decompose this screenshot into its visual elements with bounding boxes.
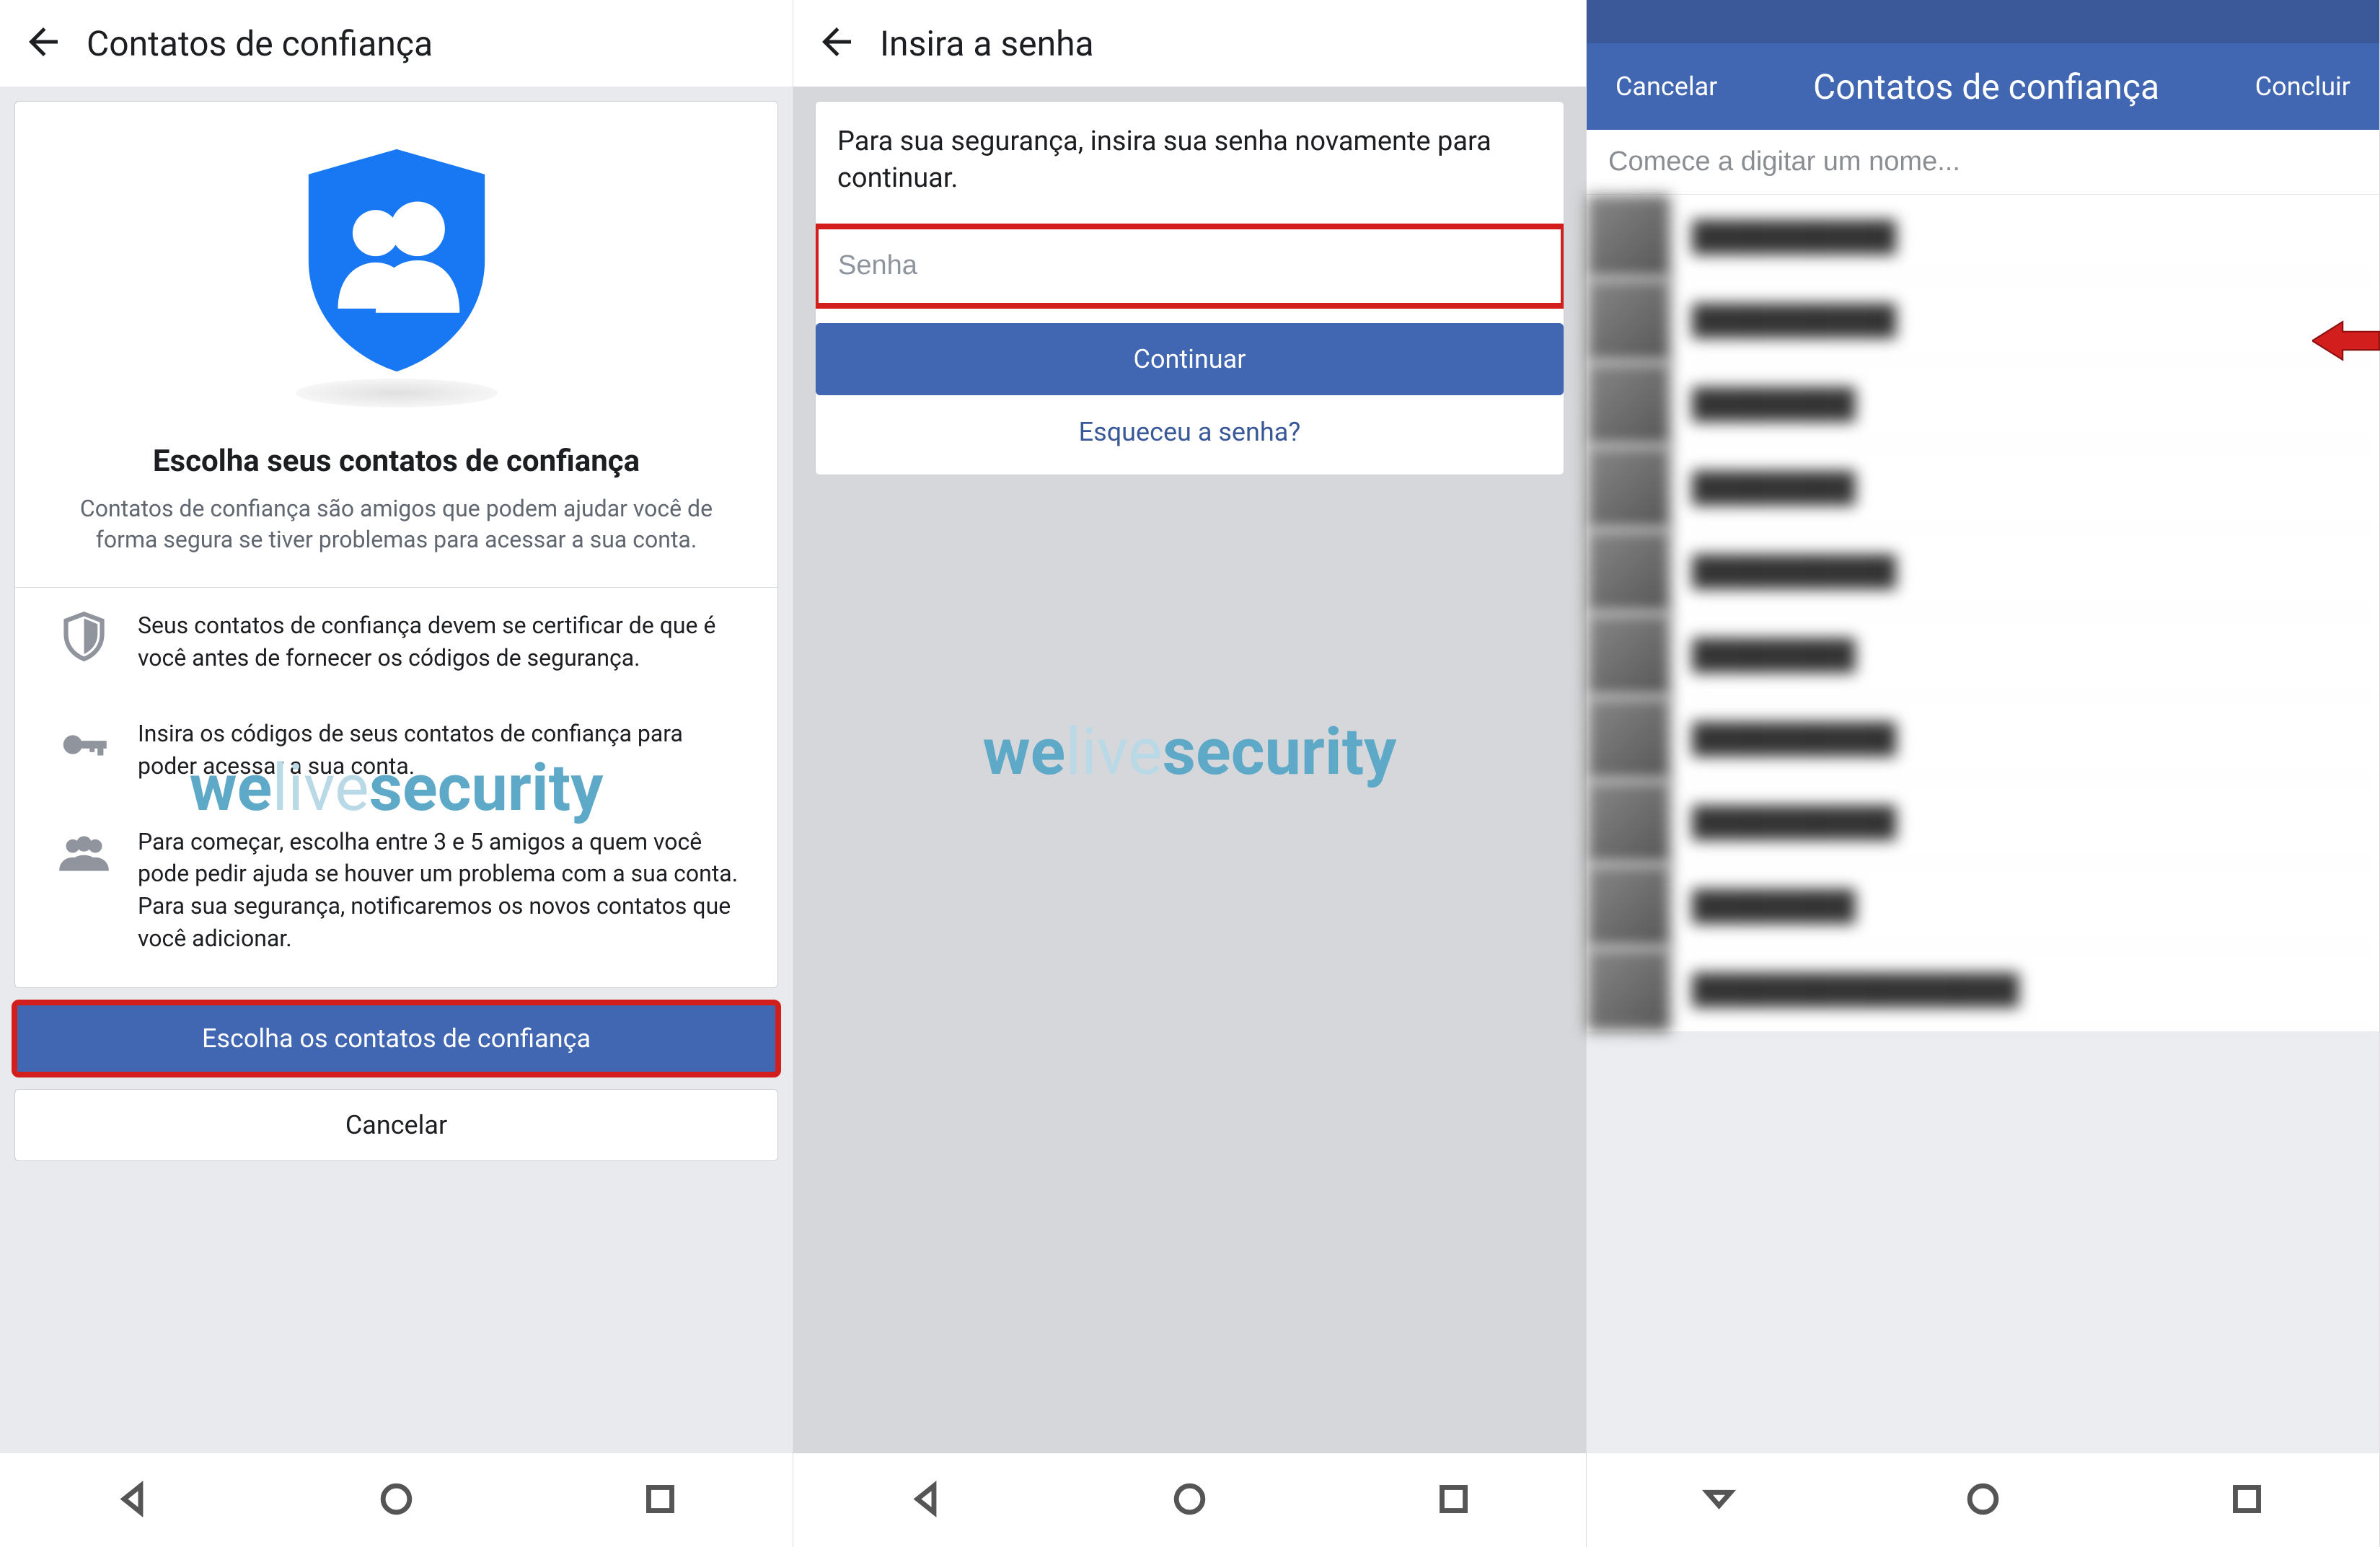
card-heading: Escolha seus contatos de confiança	[15, 415, 777, 493]
info-row-codes: Insira os códigos de seus contatos de co…	[15, 696, 777, 804]
appbar: Contatos de confiança	[0, 0, 793, 87]
contact-row[interactable]: ██████████	[1587, 278, 2379, 362]
contact-row[interactable]: ██████████	[1587, 697, 2379, 780]
avatar	[1587, 362, 1670, 446]
contact-row[interactable]: ████████	[1587, 446, 2379, 529]
nav-keyboard-down-icon[interactable]	[1699, 1479, 1739, 1522]
contact-name: ██████████	[1692, 721, 1896, 755]
shield-outline-icon	[51, 609, 116, 664]
contact-row[interactable]: ████████	[1587, 864, 2379, 948]
key-icon	[51, 718, 116, 772]
cancel-button[interactable]: Cancelar	[14, 1089, 778, 1161]
info-text-1: Seus contatos de confiança devem se cert…	[138, 609, 741, 674]
contact-row[interactable]: ████████████████	[1587, 948, 2379, 1031]
intro-card: Escolha seus contatos de confiança Conta…	[14, 101, 778, 988]
contact-row[interactable]: ████████	[1587, 362, 2379, 446]
info-row-verify: Seus contatos de confiança devem se cert…	[15, 588, 777, 696]
password-instruction: Para sua segurança, insira sua senha nov…	[816, 102, 1564, 226]
shield-icon	[288, 145, 505, 376]
appbar: Cancelar Contatos de confiança Concluir	[1587, 43, 2379, 130]
contact-name: ██████████	[1692, 303, 1896, 337]
shield-illustration	[15, 102, 777, 415]
info-text-2: Insira os códigos de seus contatos de co…	[138, 718, 741, 783]
nav-recent-icon[interactable]	[640, 1479, 680, 1522]
nav-home-icon[interactable]	[1963, 1479, 2003, 1522]
android-navbar	[0, 1453, 793, 1547]
nav-recent-icon[interactable]	[2227, 1479, 2267, 1522]
avatar	[1587, 195, 1670, 278]
friends-icon	[51, 826, 116, 880]
card-subtitle: Contatos de confiança são amigos que pod…	[15, 493, 777, 587]
done-link[interactable]: Concluir	[2255, 71, 2350, 102]
avatar	[1587, 948, 1670, 1031]
screen-contact-picker: Cancelar Contatos de confiança Concluir …	[1587, 0, 2380, 1547]
avatar	[1587, 864, 1670, 948]
avatar	[1587, 613, 1670, 697]
screen-enter-password: Insira a senha welivesecurity Para sua s…	[793, 0, 1587, 1547]
avatar	[1587, 529, 1670, 613]
cancel-link[interactable]: Cancelar	[1616, 71, 1717, 102]
password-card: Para sua segurança, insira sua senha nov…	[815, 101, 1564, 475]
appbar: Insira a senha	[793, 0, 1586, 87]
nav-home-icon[interactable]	[1170, 1479, 1209, 1522]
contact-list: ████████████████████████████████████████…	[1587, 195, 2379, 1031]
avatar	[1587, 446, 1670, 529]
nav-back-icon[interactable]	[113, 1479, 152, 1522]
contact-name: ████████	[1692, 387, 1856, 420]
appbar-title: Insira a senha	[880, 23, 1094, 64]
screen1-content: welivesecurity Escolha seus contatos de …	[0, 87, 793, 1453]
search-input[interactable]	[1608, 146, 2358, 177]
contact-name: ████████	[1692, 889, 1856, 922]
nav-recent-icon[interactable]	[1434, 1479, 1473, 1522]
screen2-content: welivesecurity Para sua segurança, insir…	[793, 87, 1586, 1453]
contact-name: ████████	[1692, 470, 1856, 504]
screen3-content: ████████████████████████████████████████…	[1587, 130, 2379, 1453]
back-arrow-icon[interactable]	[815, 20, 858, 66]
back-arrow-icon[interactable]	[22, 20, 65, 66]
password-input[interactable]	[816, 226, 1564, 306]
appbar-title: Contatos de confiança	[87, 23, 433, 64]
continue-button[interactable]: Continuar	[816, 323, 1564, 395]
contact-name: ████████████████	[1692, 972, 2019, 1006]
shadow	[296, 379, 498, 407]
avatar	[1587, 780, 1670, 864]
contact-name: ██████████	[1692, 805, 1896, 839]
contact-row[interactable]: ██████████	[1587, 529, 2379, 613]
contact-row[interactable]: ██████████	[1587, 780, 2379, 864]
info-text-3: Para começar, escolha entre 3 e 5 amigos…	[138, 826, 741, 955]
search-row	[1587, 130, 2379, 195]
screen-trusted-contacts-intro: Contatos de confiança welivesecurity Es	[0, 0, 793, 1547]
contact-name: ██████████	[1692, 219, 1896, 253]
avatar	[1587, 697, 1670, 780]
avatar	[1587, 278, 1670, 362]
contact-name: ██████████	[1692, 554, 1896, 588]
status-bar	[1587, 0, 2379, 43]
choose-contacts-button[interactable]: Escolha os contatos de confiança	[14, 1002, 778, 1075]
android-navbar	[793, 1453, 1586, 1547]
nav-back-icon[interactable]	[906, 1479, 946, 1522]
watermark: welivesecurity	[793, 714, 1586, 790]
appbar-title: Contatos de confiança	[1739, 66, 2233, 107]
arrow-indicator-icon	[2312, 317, 2380, 367]
forgot-password-link[interactable]: Esqueceu a senha?	[816, 395, 1564, 469]
nav-home-icon[interactable]	[376, 1479, 416, 1522]
contact-row[interactable]: ██████████	[1587, 195, 2379, 278]
android-navbar	[1587, 1453, 2379, 1547]
contact-row[interactable]: ████████	[1587, 613, 2379, 697]
contact-name: ████████	[1692, 638, 1856, 671]
info-row-friends: Para começar, escolha entre 3 e 5 amigos…	[15, 804, 777, 987]
